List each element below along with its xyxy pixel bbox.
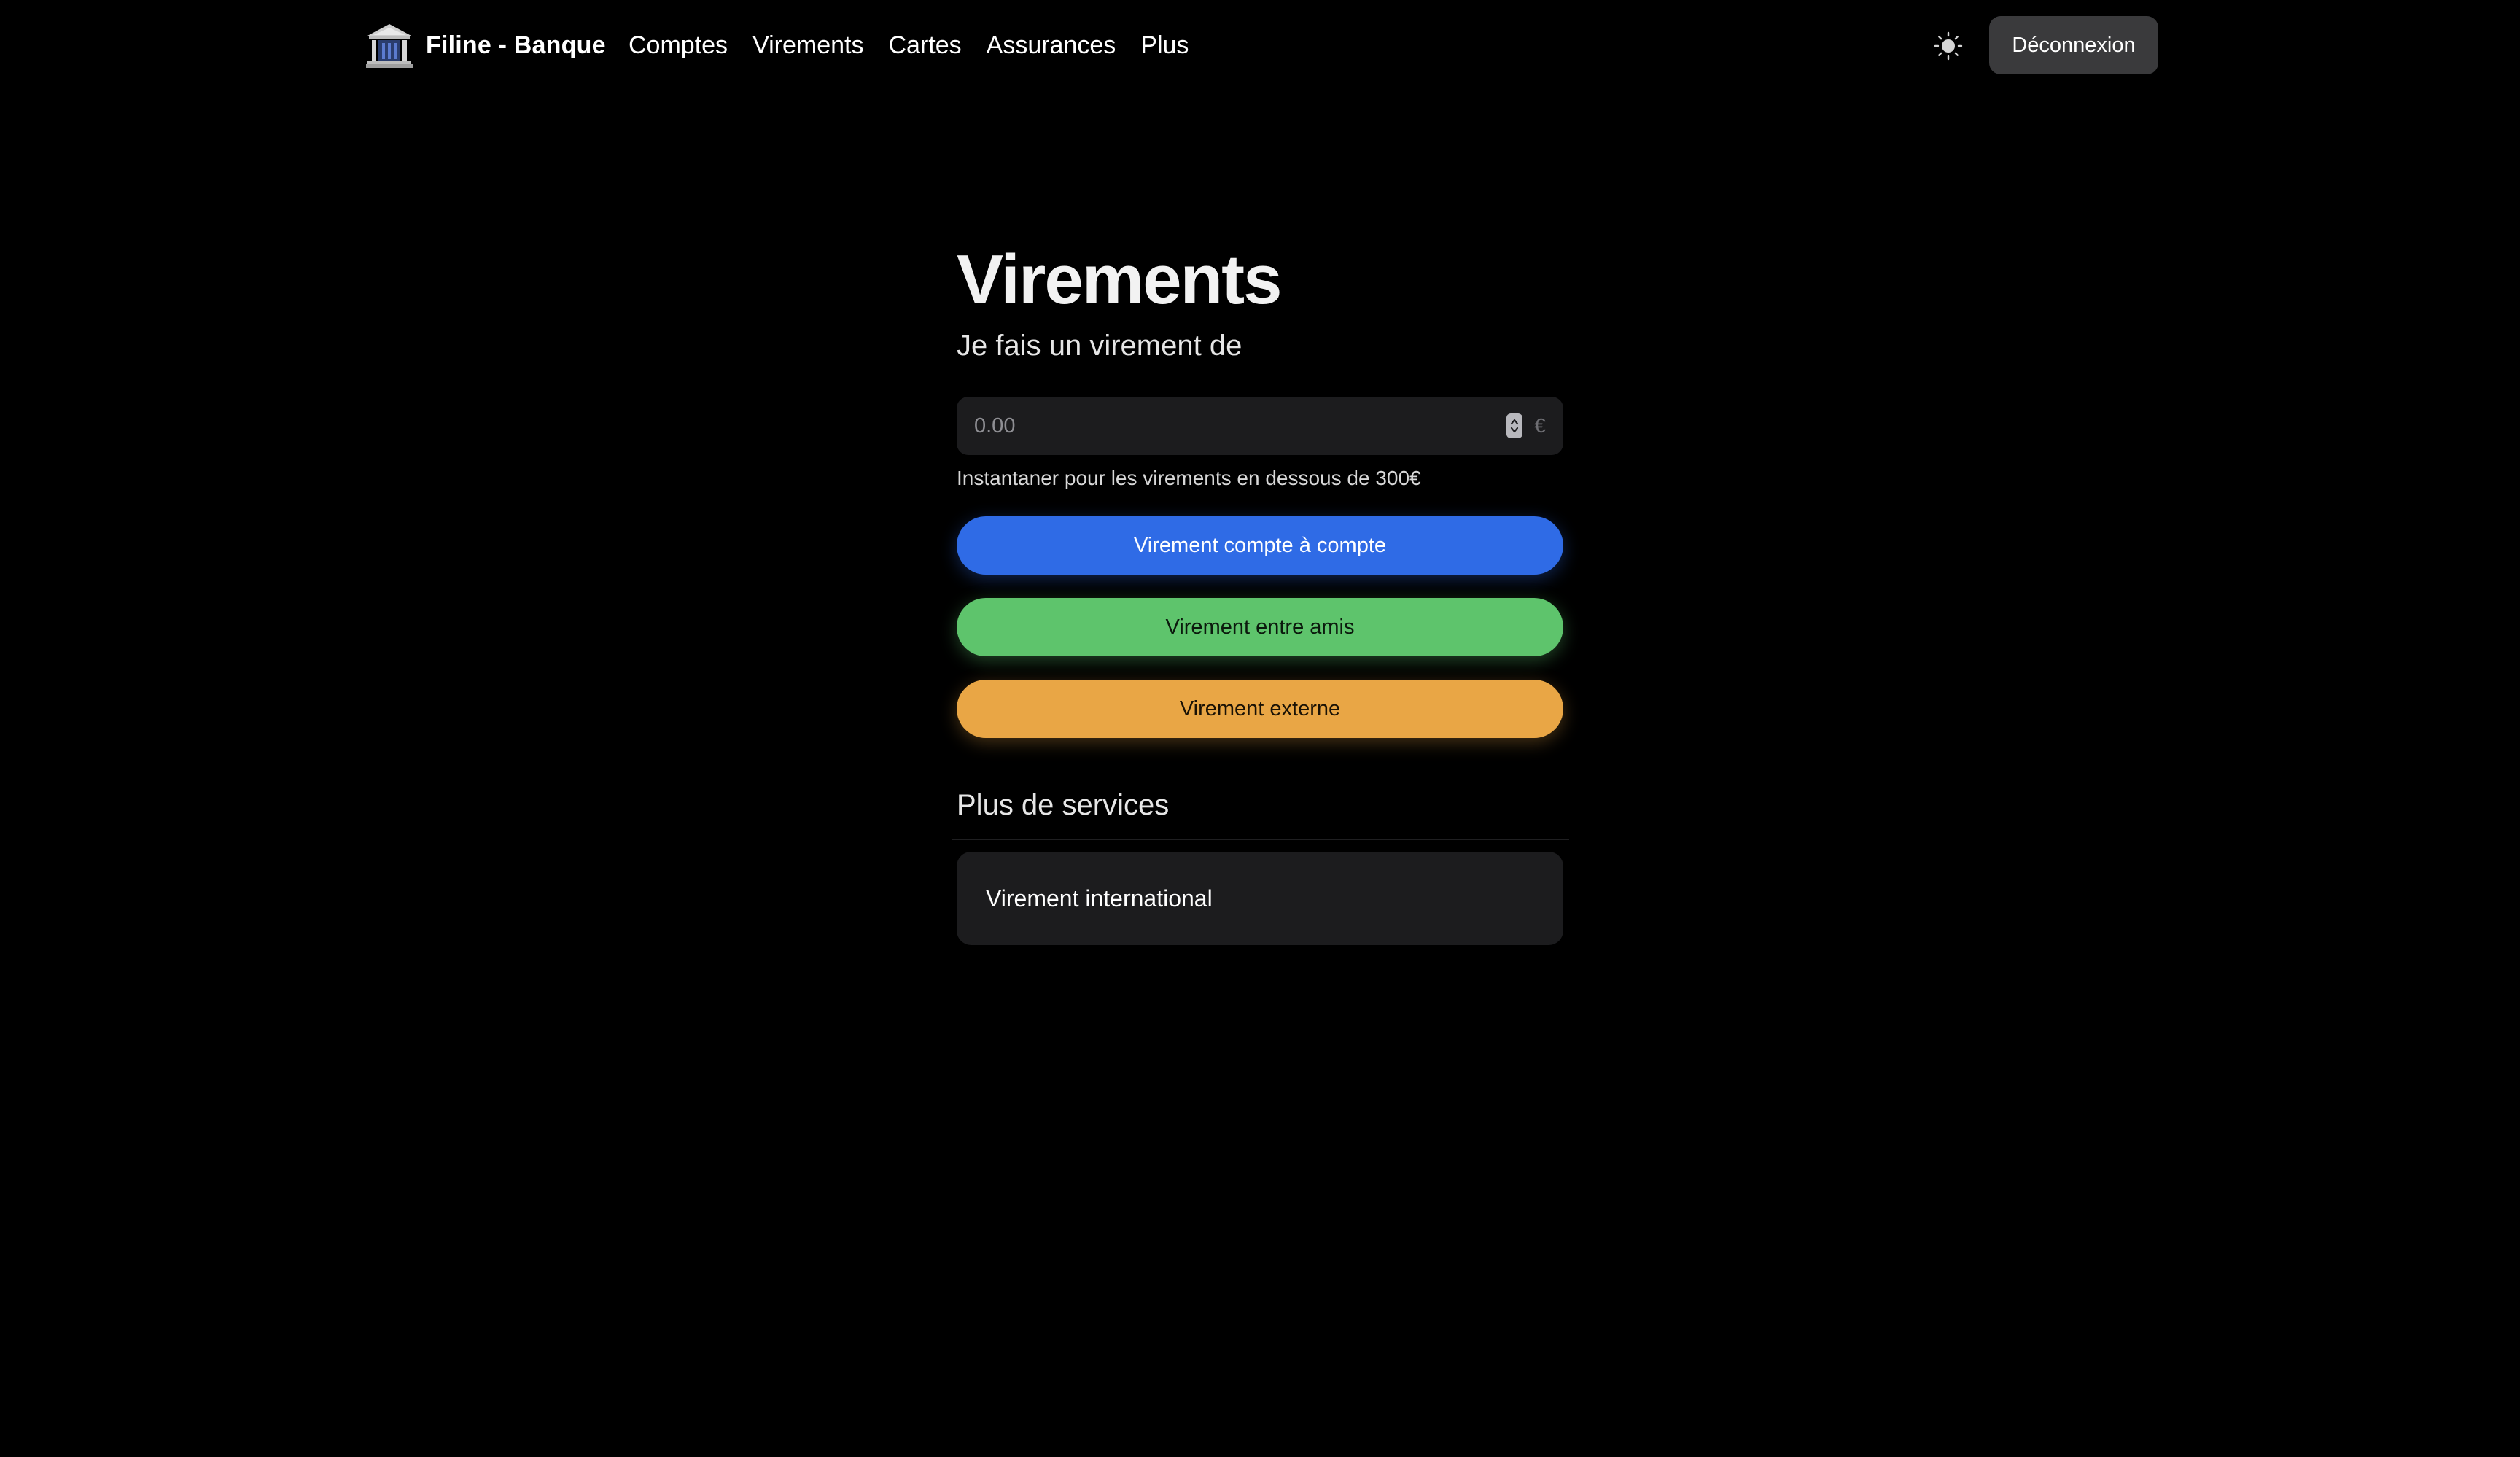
theme-toggle-button[interactable] [1926,28,1970,64]
service-item-label: Virement international [986,885,1213,912]
brand-link[interactable]: Filine - Banque [365,20,606,70]
transfers-panel: Virements Je fais un virement de € Insta… [952,233,1569,945]
amount-stepper[interactable] [1506,413,1523,438]
main-nav: Comptes Virements Cartes Assurances Plus [629,20,1189,70]
amount-help-text: Instantaner pour les virements en dessou… [957,467,1421,489]
service-item-international-transfer[interactable]: Virement international [957,852,1563,945]
nav-item-plus[interactable]: Plus [1140,31,1189,60]
nav-item-comptes[interactable]: Comptes [629,31,728,60]
nav-item-cartes[interactable]: Cartes [889,31,962,60]
brand-name: Filine - Banque [426,31,606,59]
page-subtitle: Je fais un virement de [957,330,1242,362]
stepper-arrows-icon [1511,419,1519,433]
logout-button[interactable]: Déconnexion [1989,16,2158,74]
services-section-title: Plus de services [957,789,1170,821]
bank-building-icon [366,24,413,68]
amount-input[interactable] [957,397,1507,455]
nav-item-virements[interactable]: Virements [752,31,863,60]
friends-transfer-button[interactable]: Virement entre amis [957,598,1563,656]
page-title: Virements [957,241,1282,319]
account-to-account-transfer-button[interactable]: Virement compte à compte [957,516,1563,575]
top-navbar: Filine - Banque Comptes Virements Cartes… [0,0,2520,90]
currency-symbol: € [1534,414,1546,437]
section-divider [952,839,1569,840]
sun-icon [1934,31,1963,61]
nav-item-assurances[interactable]: Assurances [987,31,1116,60]
amount-field: € [957,397,1563,455]
external-transfer-button[interactable]: Virement externe [957,680,1563,738]
